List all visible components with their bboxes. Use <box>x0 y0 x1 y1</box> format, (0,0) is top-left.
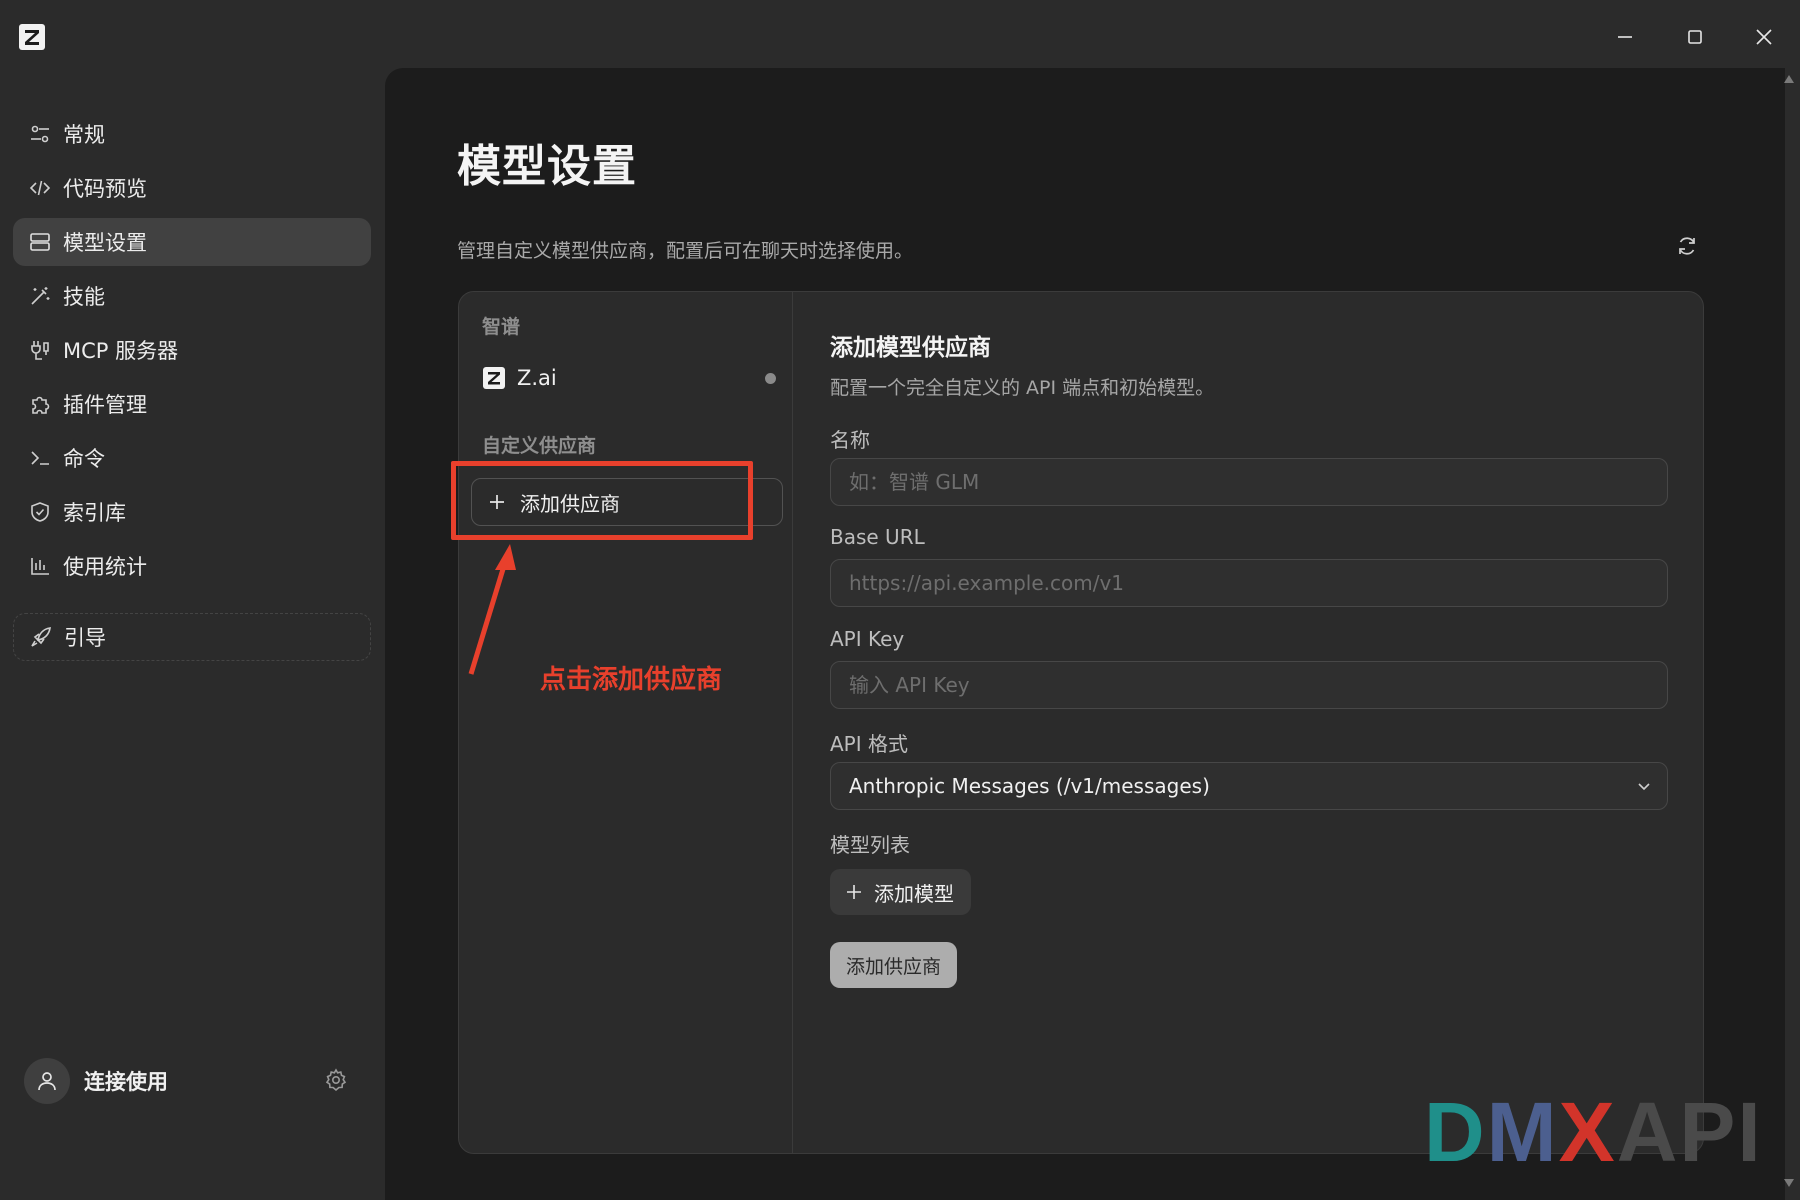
sidebar-item-label: 索引库 <box>63 501 126 525</box>
provider-label: Z.ai <box>517 366 557 390</box>
rocket-icon <box>28 624 54 650</box>
group-label-builtin: 智谱 <box>482 316 521 338</box>
api-key-label: API Key <box>830 627 905 651</box>
z-logo-icon <box>483 367 505 389</box>
server-icon <box>27 229 53 255</box>
code-icon <box>27 175 53 201</box>
user-icon <box>38 1072 56 1091</box>
sidebar-item-usage-stats[interactable]: 使用统计 <box>13 542 371 590</box>
watermark-logo: DMXAPI <box>1424 1090 1763 1174</box>
sidebar-item-label: 引导 <box>64 626 106 650</box>
sidebar-item-label: 代码预览 <box>63 177 147 201</box>
form-title: 添加模型供应商 <box>830 335 991 361</box>
chevron-down-icon <box>1638 783 1650 791</box>
scroll-up-icon[interactable] <box>1783 74 1795 84</box>
provider-list: 智谱 Z.ai 自定义供应商 添加供应商 <box>459 292 793 1153</box>
sidebar-item-skills[interactable]: 技能 <box>13 272 371 320</box>
add-model-label: 添加模型 <box>874 881 954 906</box>
plus-icon <box>847 885 861 899</box>
base-url-input[interactable] <box>830 559 1668 607</box>
watermark-letter: X <box>1558 1085 1617 1179</box>
sidebar-item-guide[interactable]: 引导 <box>13 613 371 661</box>
name-input[interactable] <box>830 458 1668 506</box>
refresh-icon[interactable] <box>1675 234 1701 260</box>
close-icon <box>1756 29 1772 45</box>
plug-icon <box>27 337 53 363</box>
scrollbar[interactable] <box>1780 68 1798 1200</box>
avatar <box>24 1058 70 1104</box>
watermark-letter: API <box>1616 1085 1763 1179</box>
form-description: 配置一个完全自定义的 API 端点和初始模型。 <box>830 377 1215 399</box>
sidebar-item-general[interactable]: 常规 <box>13 110 371 158</box>
submit-add-provider-button[interactable]: 添加供应商 <box>830 942 957 988</box>
sidebar-item-label: 常规 <box>63 123 105 147</box>
shield-icon <box>27 499 53 525</box>
sidebar-item-commands[interactable]: 命令 <box>13 434 371 482</box>
api-format-label: API 格式 <box>830 732 908 756</box>
api-format-select[interactable]: Anthropic Messages (/v1/messages) <box>830 762 1668 810</box>
sidebar-item-label: 使用统计 <box>63 555 147 579</box>
sidebar-item-label: 技能 <box>63 285 105 309</box>
sidebar-item-index[interactable]: 索引库 <box>13 488 371 536</box>
bar-chart-icon <box>27 553 53 579</box>
magic-wand-icon <box>27 283 53 309</box>
minimize-button[interactable] <box>1608 20 1642 54</box>
maximize-icon <box>1688 30 1702 44</box>
sidebar-item-label: 命令 <box>63 447 105 471</box>
sidebar-item-code-preview[interactable]: 代码预览 <box>13 164 371 212</box>
sidebar-item-mcp-servers[interactable]: MCP 服务器 <box>13 326 371 374</box>
sidebar-item-model-settings[interactable]: 模型设置 <box>13 218 371 266</box>
sliders-icon <box>27 121 53 147</box>
sidebar-item-plugins[interactable]: 插件管理 <box>13 380 371 428</box>
sidebar-item-label: 模型设置 <box>63 231 147 255</box>
page-title: 模型设置 <box>457 141 637 192</box>
title-bar <box>0 0 1800 70</box>
name-label: 名称 <box>830 428 870 452</box>
watermark-letter: M <box>1486 1085 1559 1179</box>
terminal-icon <box>27 445 53 471</box>
watermark-letter: D <box>1424 1085 1487 1179</box>
gear-icon[interactable] <box>324 1068 348 1092</box>
add-model-button[interactable]: 添加模型 <box>830 869 971 915</box>
annotation-text: 点击添加供应商 <box>540 665 723 695</box>
provider-card: 智谱 Z.ai 自定义供应商 添加供应商 添加模型供应商 配置一个完全自定义的 … <box>451 291 1704 1154</box>
add-provider-form: 添加模型供应商 配置一个完全自定义的 API 端点和初始模型。 名称 Base … <box>793 292 1703 1153</box>
api-format-value: Anthropic Messages (/v1/messages) <box>849 774 1210 798</box>
submit-label: 添加供应商 <box>845 955 941 978</box>
maximize-button[interactable] <box>1678 20 1712 54</box>
annotation-arrow-icon <box>468 544 516 675</box>
model-list-label: 模型列表 <box>830 833 910 857</box>
base-url-label: Base URL <box>830 525 925 549</box>
provider-item-zai[interactable]: Z.ai <box>483 360 776 396</box>
user-label: 连接使用 <box>84 1070 168 1094</box>
scroll-down-icon[interactable] <box>1783 1178 1795 1188</box>
user-row[interactable]: 连接使用 <box>24 1057 354 1105</box>
z-logo-icon <box>19 24 45 50</box>
main-panel: 模型设置 管理自定义模型供应商，配置后可在聊天时选择使用。 智谱 Z.ai 自定… <box>385 68 1794 1200</box>
annotation-highlight-box <box>451 461 753 540</box>
puzzle-icon <box>27 391 53 417</box>
close-button[interactable] <box>1747 20 1781 54</box>
sidebar: 常规 代码预览 模型设置 技能 MCP 服务器 插件管理 命令 索引库 使用统计… <box>0 70 384 1200</box>
group-label-custom: 自定义供应商 <box>482 435 597 457</box>
minimize-icon <box>1618 36 1632 38</box>
status-dot <box>765 373 776 384</box>
api-key-input[interactable] <box>830 661 1668 709</box>
sidebar-item-label: MCP 服务器 <box>63 339 179 363</box>
page-description: 管理自定义模型供应商，配置后可在聊天时选择使用。 <box>457 240 914 262</box>
sidebar-item-label: 插件管理 <box>63 393 147 417</box>
